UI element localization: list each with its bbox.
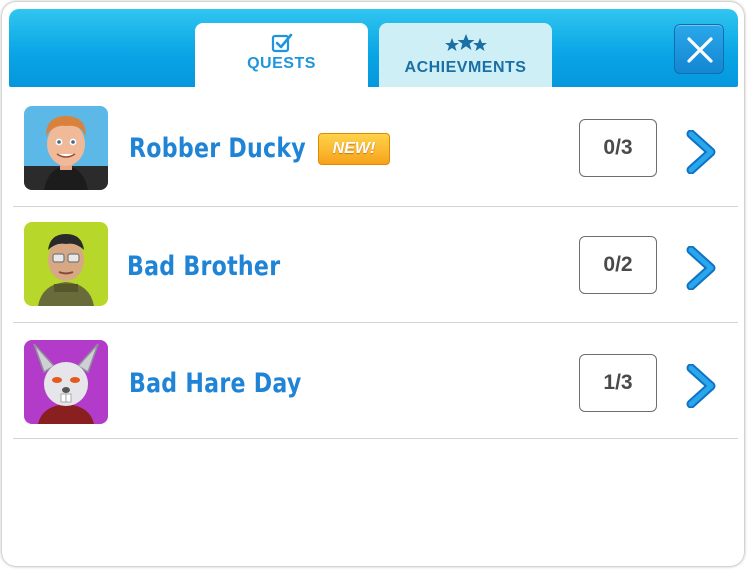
- close-button[interactable]: [674, 24, 724, 74]
- grey-hare-avatar: [24, 340, 108, 424]
- tab-quests[interactable]: QUESTS: [195, 23, 368, 87]
- quest-progress: 1/3: [579, 354, 657, 412]
- row-divider: [13, 438, 738, 439]
- tab-quests-label: QUESTS: [247, 55, 316, 72]
- quest-row-bad-brother[interactable]: Bad Brother 0/2: [13, 207, 738, 323]
- quest-title: Robber Ducky: [129, 133, 306, 164]
- close-icon: [687, 37, 713, 63]
- three-stars-icon: [444, 34, 487, 51]
- tab-achievements[interactable]: ACHIEVMENTS: [379, 23, 552, 87]
- ginger-man-avatar: [24, 106, 108, 190]
- quest-progress: 0/3: [579, 119, 657, 177]
- checkbox-icon: [271, 33, 292, 53]
- new-badge: NEW!: [318, 133, 390, 165]
- quest-progress: 0/2: [579, 236, 657, 294]
- tab-achievements-label: ACHIEVMENTS: [404, 59, 527, 76]
- quest-row-robber-ducky[interactable]: Robber Ducky NEW! 0/3: [13, 91, 738, 207]
- chevron-right-icon[interactable]: [685, 130, 717, 174]
- quest-title: Bad Brother: [127, 251, 281, 282]
- quest-row-bad-hare-day[interactable]: Bad Hare Day 1/3: [13, 323, 738, 439]
- soldier-glasses-avatar: [24, 222, 108, 306]
- quests-panel: QUESTS ACHIEVMENTS Robber Ducky NEW! 0/3…: [2, 2, 744, 566]
- header-bar: [9, 9, 738, 87]
- chevron-right-icon[interactable]: [685, 246, 717, 290]
- quest-title: Bad Hare Day: [129, 368, 302, 399]
- chevron-right-icon[interactable]: [685, 364, 717, 408]
